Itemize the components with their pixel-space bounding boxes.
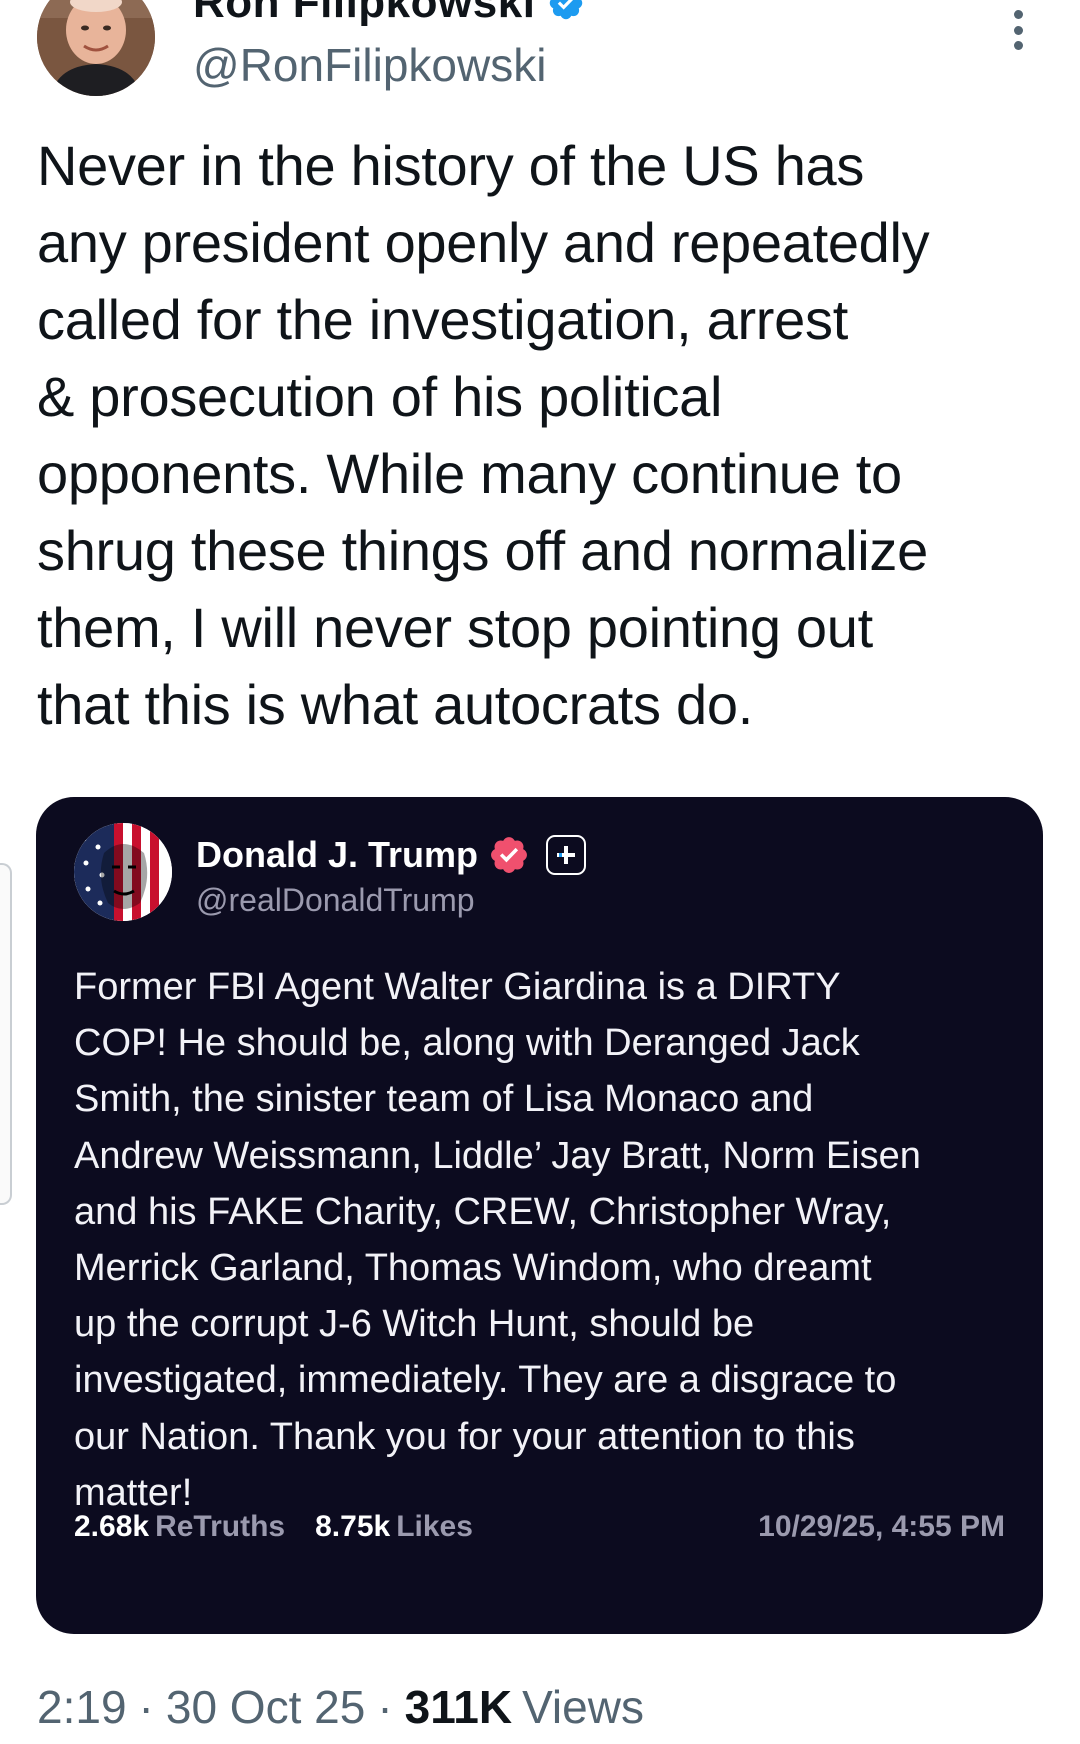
views-count[interactable]: 311K (405, 1680, 512, 1734)
quoted-author-avatar-image (74, 823, 172, 921)
more-dot (1013, 10, 1023, 19)
meta-separator: · (138, 1681, 154, 1733)
likes-count: 8.75k (315, 1510, 391, 1543)
tweet-metadata: 2:19 · 30 Oct 25 · 311K Views (37, 1677, 644, 1737)
author-avatar[interactable] (37, 0, 155, 96)
author-name-row: Ron Filipkowski (193, 0, 585, 28)
quoted-author-name-row: Donald J. Trump (196, 830, 587, 880)
plus-icon[interactable] (546, 835, 587, 875)
tweet-text: Never in the history of the US has any p… (37, 134, 930, 736)
likes-label: Likes (396, 1510, 473, 1543)
author-display-name[interactable]: Ron Filipkowski (193, 0, 535, 28)
author-avatar-image (37, 0, 155, 96)
quoted-author-display-name[interactable]: Donald J. Trump (196, 834, 478, 876)
tweet-time[interactable]: 2:19 (37, 1680, 127, 1734)
views-label: Views (522, 1681, 644, 1733)
quoted-post-footer: 2.68k ReTruths 8.75k Likes 10/29/25, 4:5… (74, 1502, 1005, 1552)
quoted-post-timestamp: 10/29/25, 4:55 PM (758, 1510, 1005, 1543)
retruths-stat[interactable]: 2.68k ReTruths (74, 1510, 285, 1544)
retruths-count: 2.68k (74, 1510, 150, 1543)
author-handle[interactable]: @RonFilipkowski (193, 38, 546, 92)
retruths-label: ReTruths (155, 1510, 286, 1543)
side-scroll-handle[interactable] (0, 863, 12, 1205)
quoted-author-handle[interactable]: @realDonaldTrump (196, 882, 475, 919)
more-dot (1013, 25, 1023, 35)
quoted-post-card[interactable]: Donald J. Trump @realDonaldTrump Former … (36, 797, 1043, 1634)
quoted-author-avatar[interactable] (74, 823, 172, 921)
verified-badge-icon (488, 834, 530, 876)
likes-stat[interactable]: 8.75k Likes (315, 1510, 473, 1544)
verified-badge-icon[interactable] (547, 0, 585, 22)
tweet-header: Ron Filipkowski @RonFilipkowski (0, 0, 1080, 110)
more-vertical-icon[interactable] (1008, 10, 1028, 50)
meta-separator: · (377, 1681, 393, 1733)
quoted-post-text: Former FBI Agent Walter Giardina is a DI… (74, 966, 921, 1514)
tweet-date[interactable]: 30 Oct 25 (166, 1680, 365, 1734)
more-dot (1013, 41, 1023, 50)
